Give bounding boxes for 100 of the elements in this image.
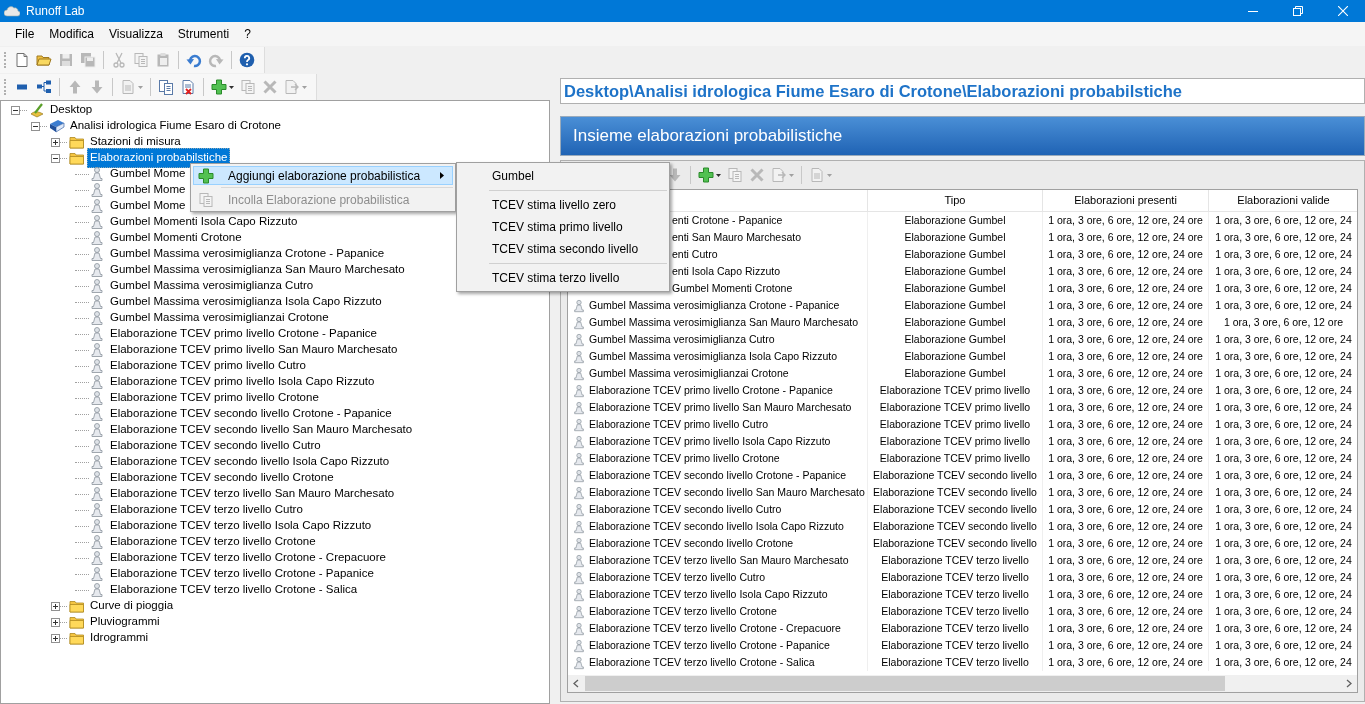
help-icon[interactable] (239, 52, 255, 68)
table-cell-text: Elaborazione TCEV primo livello Isola Capo Rizzuto (589, 433, 831, 449)
tree-item[interactable]: Elaborazioni probabilstiche (87, 148, 231, 168)
expand-icon[interactable] (51, 137, 60, 147)
pawn-icon (89, 278, 105, 294)
scrollbar-thumb[interactable] (585, 676, 1225, 691)
table-cell: 1 ora, 3 ore, 6 ore, 12 ore, 24 ore (1043, 450, 1209, 467)
folder-icon[interactable] (36, 52, 52, 68)
pawn-icon (89, 454, 105, 470)
collapse-icon[interactable] (51, 153, 60, 163)
submenu-arrow-icon (440, 172, 444, 179)
expand-icon[interactable] (51, 601, 60, 611)
pawn-icon (572, 332, 586, 347)
table-cell: 1 ora, 3 ore, 6 ore, 12 ore, 24 (1209, 501, 1357, 518)
menu-item[interactable]: ? (237, 23, 258, 45)
new-document-icon[interactable] (14, 52, 30, 68)
documents-icon[interactable] (158, 79, 174, 95)
column-header[interactable]: Elaborazioni valide (1209, 190, 1357, 211)
hierarchy-icon[interactable] (36, 79, 52, 95)
pawn-icon (89, 422, 105, 438)
pawn-icon (89, 566, 105, 582)
menu-item[interactable]: TCEV stima primo livello (457, 216, 669, 238)
menu-item[interactable]: TCEV stima livello zero (457, 194, 669, 216)
pawn-icon (572, 604, 586, 619)
cloud-icon (4, 5, 20, 17)
table-cell: 1 ora, 3 ore, 6 ore, 12 ore, 24 (1209, 263, 1357, 280)
table-cell-text: Elaborazione TCEV primo livello San Mauro Marchesato (589, 399, 852, 415)
table-cell-text: Elaborazione TCEV terzo livello Crotone (589, 603, 777, 619)
table-cell: 1 ora, 3 ore, 6 ore, 12 ore, 24 ore (1043, 501, 1209, 518)
table-cell: Elaborazione TCEV terzo livello (868, 586, 1043, 603)
table-cell: 1 ora, 3 ore, 6 ore, 12 ore, 24 (1209, 365, 1357, 382)
table-cell-text: enti Cutro (672, 246, 718, 262)
collapse-icon[interactable] (31, 121, 40, 131)
delete-document-icon[interactable] (180, 79, 196, 95)
table-cell-text: Gumbel Massima verosimiglianzai Crotone (589, 365, 789, 381)
pawn-icon (89, 582, 105, 598)
table-cell: Elaborazione TCEV terzo livello (868, 637, 1043, 654)
table-cell: 1 ora, 3 ore, 6 ore, 12 ore, 24 (1209, 569, 1357, 586)
table-cell: 1 ora, 3 ore, 6 ore, 12 ore, 24 (1209, 297, 1357, 314)
table-cell: 1 ora, 3 ore, 6 ore, 12 ore, 24 (1209, 229, 1357, 246)
pawn-icon (89, 310, 105, 326)
pawn-icon (89, 198, 105, 214)
horizontal-scrollbar[interactable] (568, 675, 1357, 692)
table-cell-text: enti San Mauro Marchesato (672, 229, 801, 245)
table-cell: Elaborazione TCEV terzo livello (868, 620, 1043, 637)
table-cell: 1 ora, 3 ore, 6 ore, 12 ore, 24 ore (1043, 348, 1209, 365)
pawn-icon (89, 390, 105, 406)
table-cell: 1 ora, 3 ore, 6 ore, 12 ore, 24 (1209, 450, 1357, 467)
expand-icon[interactable] (51, 617, 60, 627)
caret-icon[interactable] (716, 173, 721, 177)
caret-icon[interactable] (229, 85, 234, 89)
plus-icon[interactable] (698, 167, 714, 183)
menu-item[interactable]: TCEV stima secondo livello (457, 238, 669, 260)
menu-item[interactable]: TCEV stima terzo livello (457, 267, 669, 289)
table-cell: 1 ora, 3 ore, 6 ore, 12 ore, 24 ore (1043, 416, 1209, 433)
table-cell: Elaborazione Gumbel (868, 331, 1043, 348)
close-icon[interactable] (1337, 6, 1348, 16)
table-cell: 1 ora, 3 ore, 6 ore, 12 ore, 24 (1209, 586, 1357, 603)
expand-icon[interactable] (51, 633, 60, 643)
table-cell: Elaborazione Gumbel (868, 229, 1043, 246)
menu-item[interactable]: Modifica (42, 23, 102, 45)
plus-icon[interactable] (211, 79, 227, 95)
table-cell-text: Elaborazione TCEV primo livello Crotone (589, 450, 780, 466)
menu-item[interactable]: Gumbel (457, 165, 669, 187)
table-cell: Elaborazione TCEV terzo livello (868, 603, 1043, 620)
table-cell-text: Elaborazione TCEV terzo livello Isola Capo Rizzuto (589, 586, 828, 602)
minimize-icon[interactable] (1247, 10, 1258, 12)
menu-item[interactable]: Strumenti (170, 23, 237, 45)
table-cell-text: Elaborazione TCEV secondo livello Cutro (589, 501, 782, 517)
pawn-icon (89, 214, 105, 230)
table-cell: 1 ora, 3 ore, 6 ore, 12 ore, 24 (1209, 433, 1357, 450)
menu-item[interactable]: File (8, 23, 42, 45)
table-cell: 1 ora, 3 ore, 6 ore, 12 ore, 24 (1209, 399, 1357, 416)
pawn-icon (89, 246, 105, 262)
pawn-icon (89, 294, 105, 310)
table-cell: 1 ora, 3 ore, 6 ore, 12 ore, 24 (1209, 637, 1357, 654)
menu-item[interactable]: Aggiungi elaborazione probabilistica (193, 166, 453, 185)
pawn-icon (89, 534, 105, 550)
table-cell: 1 ora, 3 ore, 6 ore, 12 ore, 24 (1209, 382, 1357, 399)
table-cell: Elaborazione Gumbel (868, 314, 1043, 331)
table-cell: 1 ora, 3 ore, 6 ore, 12 ore, 24 ore (1043, 535, 1209, 552)
book-icon (49, 118, 65, 134)
table-cell: Elaborazione TCEV terzo livello (868, 569, 1043, 586)
menu-item[interactable]: Visualizza (102, 23, 170, 45)
column-header[interactable]: Elaborazioni presenti (1043, 190, 1209, 211)
pawn-icon (572, 298, 586, 313)
undo-icon[interactable] (186, 52, 202, 68)
pawn-icon (89, 518, 105, 534)
collapse-icon[interactable] (11, 105, 20, 115)
pawn-icon (572, 536, 586, 551)
table-cell: 1 ora, 3 ore, 6 ore, 12 ore (1209, 314, 1357, 331)
restore-icon[interactable] (1292, 6, 1303, 16)
table-cell: 1 ora, 3 ore, 6 ore, 12 ore, 24 ore (1043, 552, 1209, 569)
table-cell: Elaborazione TCEV secondo livello (868, 535, 1043, 552)
table-cell: 1 ora, 3 ore, 6 ore, 12 ore, 24 ore (1043, 467, 1209, 484)
column-header[interactable]: Tipo (868, 190, 1043, 211)
table-cell: Elaborazione Gumbel (868, 246, 1043, 263)
table-cell: 1 ora, 3 ore, 6 ore, 12 ore, 24 (1209, 467, 1357, 484)
pawn-icon (89, 502, 105, 518)
pawn-icon (89, 438, 105, 454)
